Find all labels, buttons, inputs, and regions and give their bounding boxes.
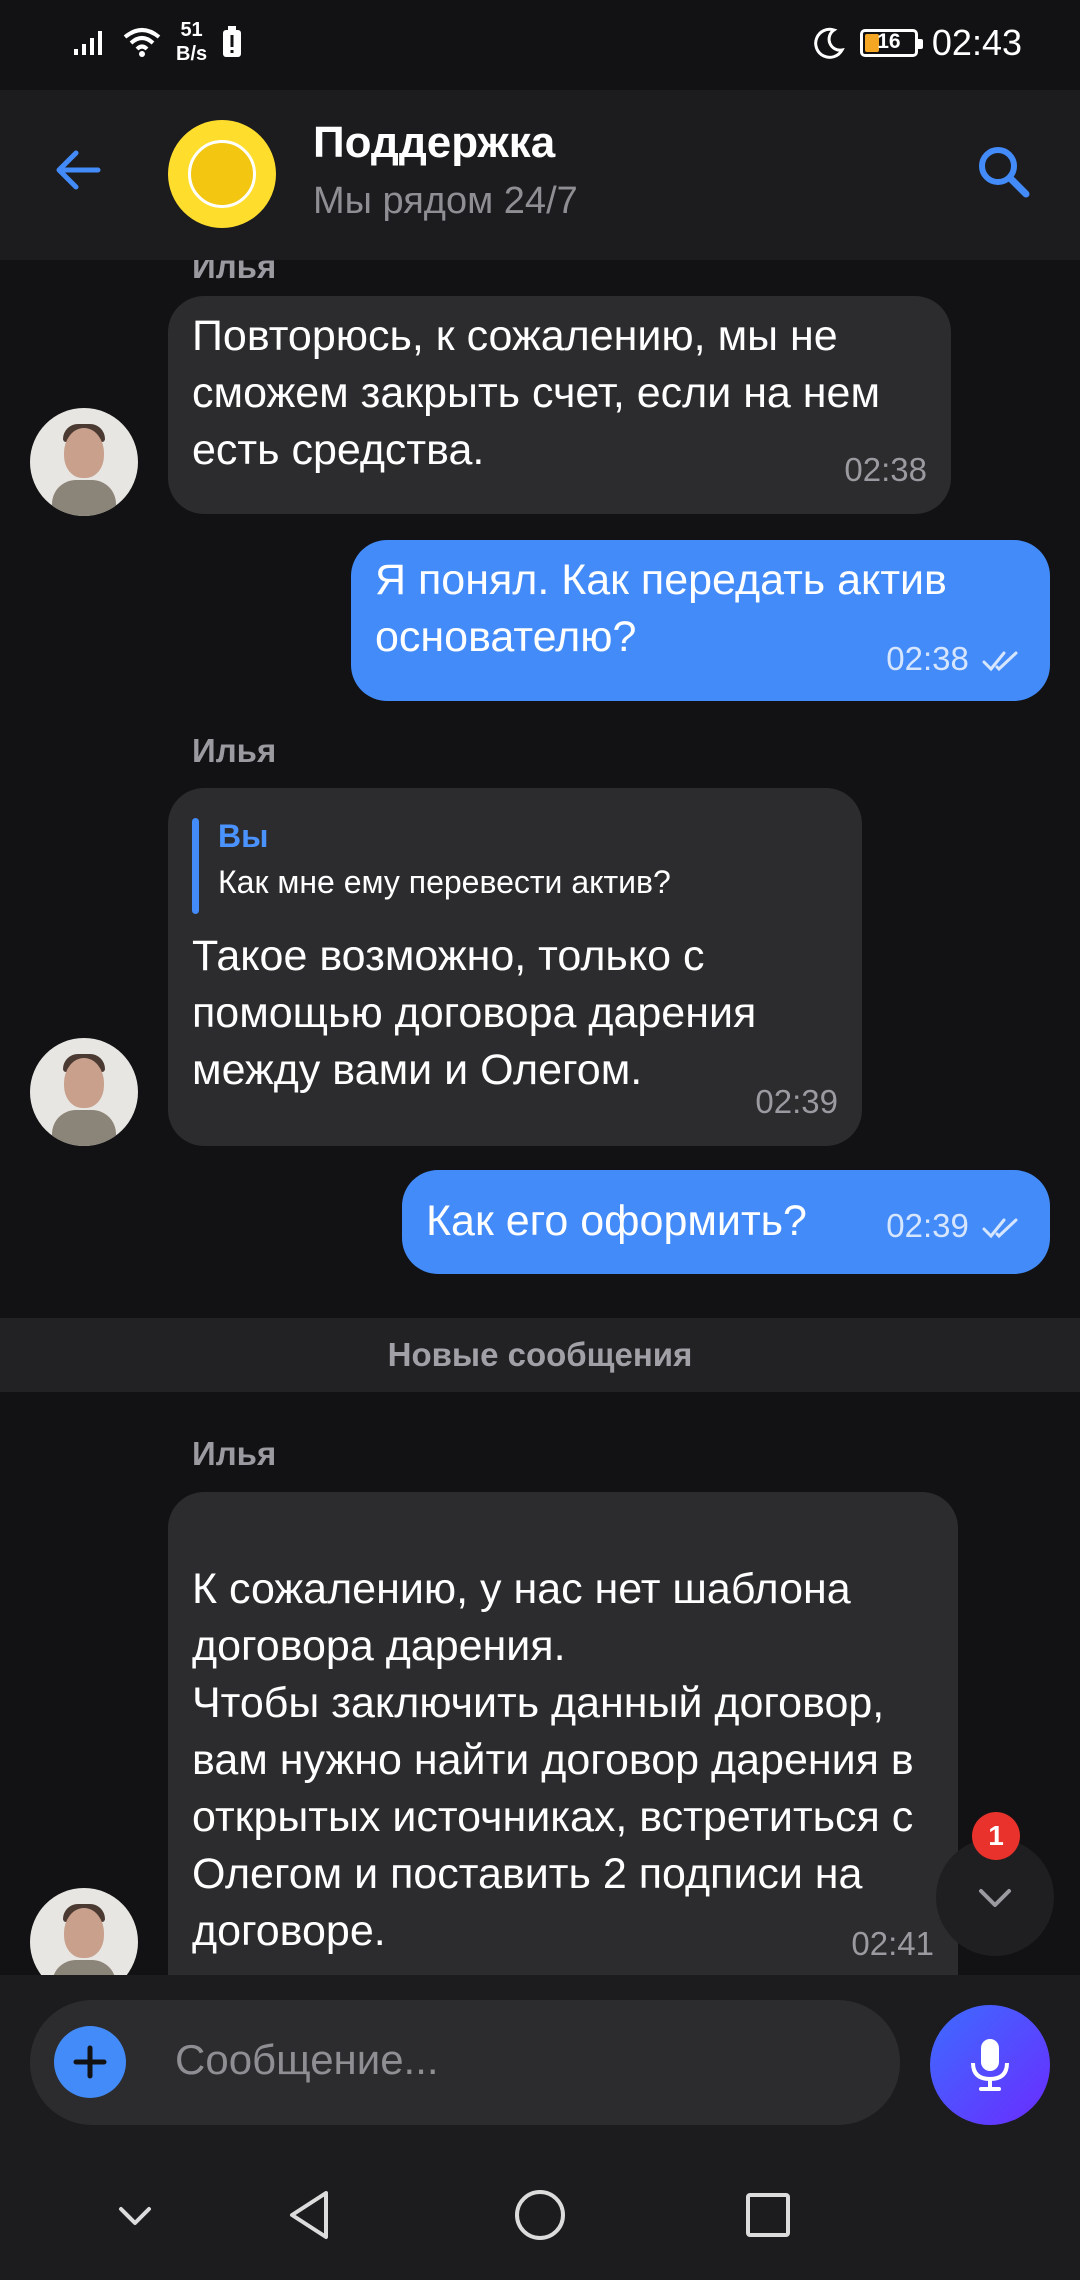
triangle-back-icon: [290, 2191, 328, 2239]
message-time: 02:38: [886, 640, 969, 677]
nav-back-button[interactable]: [280, 2185, 340, 2245]
unread-badge: 1: [972, 1812, 1020, 1860]
message-text: Повторюсь, к сожалению, мы не сможем зак…: [192, 312, 881, 474]
search-button[interactable]: [972, 140, 1036, 209]
signal-icon: [74, 31, 102, 55]
composer-bar: Сообщение...: [0, 1975, 1080, 2150]
message-time: 02:39: [886, 1207, 969, 1244]
plus-icon: [73, 2045, 107, 2079]
bank-logo-icon: [188, 140, 256, 208]
message-author: Илья: [192, 260, 277, 285]
square-recents-icon: [746, 2193, 790, 2237]
chat-title[interactable]: Поддержка: [313, 118, 555, 168]
message-list[interactable]: Илья Повторюсь, к сожалению, мы не сможе…: [0, 260, 1080, 1975]
network-speed: 51 B/s: [176, 19, 208, 65]
back-button[interactable]: [50, 142, 106, 203]
message-text: К сожалению, у нас нет шаблона договора …: [192, 1565, 914, 1955]
double-check-icon: [982, 1218, 1018, 1239]
system-nav-bar: [0, 2150, 1080, 2280]
battery-alert-icon: [223, 26, 242, 57]
status-right: 16 02:43: [812, 22, 1022, 64]
support-avatar[interactable]: [168, 120, 276, 228]
message-bubble-incoming[interactable]: Повторюсь, к сожалению, мы не сможем зак…: [168, 296, 951, 514]
message-meta: 02:38: [886, 630, 1024, 687]
avatar[interactable]: [30, 1038, 138, 1146]
message-bubble-incoming[interactable]: Вы Как мне ему перевести актив? Такое во…: [168, 788, 862, 1146]
arrow-left-icon: [56, 150, 101, 190]
wifi-icon: [123, 28, 161, 57]
message-bubble-outgoing[interactable]: Я понял. Как передать актив основателю? …: [351, 540, 1050, 701]
double-check-icon: [982, 651, 1018, 672]
message-text: Такое возможно, только с помощью договор…: [192, 932, 757, 1094]
reply-quote[interactable]: Вы Как мне ему перевести актив?: [192, 814, 838, 914]
nav-recents-button[interactable]: [738, 2185, 798, 2245]
battery-indicator: 16: [859, 29, 923, 57]
chat-header: Поддержка Мы рядом 24/7: [0, 90, 1080, 260]
message-time: 02:38: [844, 451, 927, 488]
quote-author: Вы: [218, 818, 269, 854]
clock: 02:43: [931, 22, 1022, 63]
message-time: 02:41: [851, 1925, 934, 1962]
attach-button[interactable]: [54, 2026, 126, 2098]
message-bubble-incoming[interactable]: К сожалению, у нас нет шаблона договора …: [168, 1492, 958, 1975]
avatar[interactable]: [30, 1888, 138, 1975]
search-icon: [979, 147, 1030, 198]
message-author: Илья: [192, 1435, 277, 1472]
status-bar: 51 B/s 16 02:43: [0, 0, 1080, 90]
chat-subtitle: Мы рядом 24/7: [313, 180, 578, 222]
message-bubble-outgoing[interactable]: Как его оформить? 02:39: [402, 1170, 1050, 1274]
quote-text: Как мне ему перевести актив?: [218, 864, 671, 900]
message-time: 02:39: [755, 1083, 838, 1120]
voice-message-button[interactable]: [930, 2005, 1050, 2125]
circle-home-icon: [515, 2190, 565, 2240]
status-left: 51 B/s: [74, 18, 243, 66]
avatar[interactable]: [30, 408, 138, 516]
message-input-placeholder: Сообщение...: [175, 2036, 439, 2083]
nav-home-button[interactable]: [510, 2185, 570, 2245]
microphone-icon: [971, 2039, 1009, 2091]
chevron-down-icon: [119, 2207, 151, 2225]
new-messages-divider: Новые сообщения: [0, 1318, 1080, 1392]
battery-level: 16: [877, 30, 901, 53]
nav-hide-button[interactable]: [105, 2185, 165, 2245]
moon-icon: [814, 27, 845, 59]
message-input[interactable]: Сообщение...: [30, 2000, 900, 2125]
chevron-down-icon: [979, 1889, 1011, 1907]
quote-bar: [192, 818, 199, 914]
message-author: Илья: [192, 732, 277, 769]
message-meta: 02:39: [886, 1197, 1024, 1254]
